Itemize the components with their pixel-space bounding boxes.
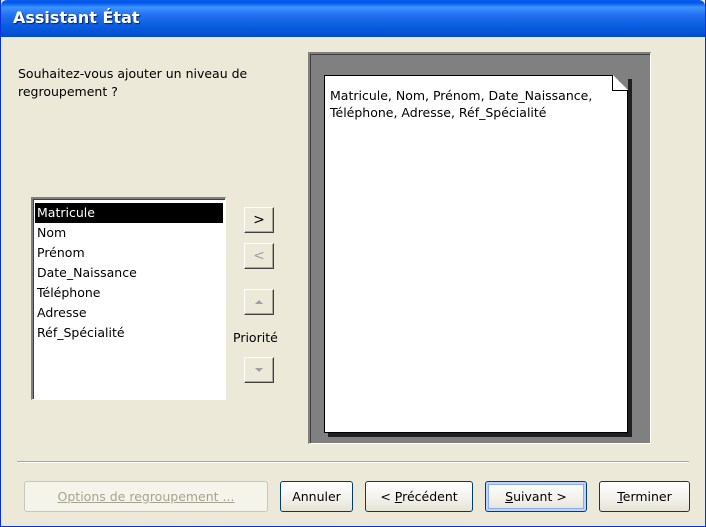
grouping-options-label: Options de regroupement ... <box>57 489 235 504</box>
priority-label: Priorité <box>233 330 278 345</box>
preview-panel: Matricule, Nom, Prénom, Date_Naissance, … <box>308 52 651 444</box>
previous-rest: récédent <box>402 489 458 504</box>
next-label: Suivant > <box>505 489 567 504</box>
finish-rest: erminer <box>622 489 672 504</box>
next-access-key: S <box>505 489 514 504</box>
list-item[interactable]: Réf_Spécialité <box>35 323 223 343</box>
move-down-icon <box>255 368 263 372</box>
preview-page: Matricule, Nom, Prénom, Date_Naissance, … <box>324 75 628 433</box>
separator <box>17 461 689 463</box>
priority-down-button[interactable] <box>244 357 274 383</box>
finish-button[interactable]: Terminer <box>599 481 690 512</box>
cancel-label: Annuler <box>292 489 341 504</box>
previous-label: < Précédent <box>380 489 457 504</box>
previous-button[interactable]: < Précédent <box>365 481 473 512</box>
cancel-button[interactable]: Annuler <box>280 481 353 512</box>
page-fold-icon <box>612 75 628 91</box>
title-bar[interactable]: Assistant État <box>1 0 705 37</box>
grouping-options-button[interactable]: Options de regroupement ... <box>24 481 268 512</box>
next-button[interactable]: Suivant > <box>485 481 587 512</box>
add-grouping-label: > <box>253 212 265 228</box>
fields-listbox[interactable]: Matricule Nom Prénom Date_Naissance Télé… <box>31 197 226 400</box>
previous-access-key: P <box>394 489 403 504</box>
list-item[interactable]: Matricule <box>35 203 223 223</box>
next-rest: uivant > <box>513 489 567 504</box>
list-item[interactable]: Date_Naissance <box>35 263 223 283</box>
list-item[interactable]: Adresse <box>35 303 223 323</box>
list-item[interactable]: Prénom <box>35 243 223 263</box>
list-item[interactable]: Nom <box>35 223 223 243</box>
report-wizard-window: Assistant État Souhaitez-vous ajouter un… <box>0 0 706 527</box>
wizard-prompt: Souhaitez-vous ajouter un niveau de regr… <box>18 66 248 99</box>
list-item[interactable]: Téléphone <box>35 283 223 303</box>
window-title: Assistant État <box>13 8 140 27</box>
preview-text: Matricule, Nom, Prénom, Date_Naissance, … <box>330 88 593 120</box>
add-grouping-button[interactable]: > <box>244 207 274 233</box>
remove-grouping-label: < <box>253 248 265 264</box>
priority-up-button[interactable] <box>244 289 274 315</box>
previous-prefix: < <box>380 489 395 504</box>
move-up-icon <box>255 300 263 304</box>
remove-grouping-button[interactable]: < <box>244 243 274 269</box>
finish-label: Terminer <box>617 489 672 504</box>
